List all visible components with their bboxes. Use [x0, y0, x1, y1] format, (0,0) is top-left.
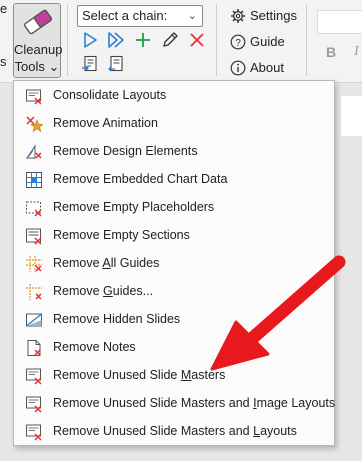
menu-item-consolidate-layouts[interactable]: Consolidate Layouts	[16, 82, 332, 109]
menu-item-label: Remove Empty Placeholders	[53, 200, 215, 214]
info-circle-icon	[230, 60, 246, 76]
add-icon[interactable]	[134, 31, 152, 49]
import-list-icon[interactable]	[81, 55, 99, 73]
remove-sections-icon	[26, 228, 42, 245]
play-icon[interactable]	[81, 31, 99, 49]
gear-icon	[231, 9, 245, 23]
cleanup-tools-button[interactable]: Cleanup Tools ⌄	[13, 3, 63, 78]
remove-design-elements-icon	[26, 144, 42, 159]
chevron-down-icon: ⌄	[48, 59, 60, 74]
menu-item-remove-design-elements[interactable]: Remove Design Elements	[16, 138, 332, 165]
about-label: About	[250, 60, 284, 75]
menu-item-label: Remove Guides...	[53, 284, 154, 298]
question-circle-icon: ?	[230, 34, 246, 50]
chevron-down-icon: ⌄	[187, 10, 197, 22]
menu-item-label: Remove Unused Slide Masters	[53, 368, 226, 382]
remove-placeholders-icon	[26, 201, 42, 217]
ribbon-separator	[306, 4, 307, 76]
remove-animation-icon	[26, 116, 43, 133]
remove-all-guides-icon	[26, 256, 42, 272]
menu-item-remove-notes[interactable]: Remove Notes	[16, 334, 332, 361]
menu-item-remove-masters-layouts[interactable]: Remove Unused Slide Masters and Layouts	[16, 418, 332, 445]
svg-text:?: ?	[235, 38, 241, 49]
play-next-icon[interactable]	[107, 31, 125, 49]
menu-item-label: Remove Empty Sections	[53, 228, 190, 242]
ribbon-edge-text-bottom: s	[0, 54, 7, 69]
cleanup-tools-label-line2: Tools ⌄	[14, 59, 60, 74]
edit-pencil-icon[interactable]	[161, 31, 179, 49]
menu-item-remove-empty-placeholders[interactable]: Remove Empty Placeholders	[16, 194, 332, 221]
menu-item-remove-animation[interactable]: Remove Animation	[16, 110, 332, 137]
remove-masters-layouts-icon	[26, 424, 42, 441]
menu-item-label: Remove All Guides	[53, 256, 160, 270]
workspace-edge-panel	[341, 96, 362, 136]
remove-unused-masters-icon	[26, 368, 42, 385]
bold-button[interactable]: B	[326, 44, 336, 60]
font-name-box[interactable]	[317, 10, 362, 34]
menu-item-label: Consolidate Layouts	[53, 88, 167, 102]
menu-item-label: Remove Embedded Chart Data	[53, 172, 228, 186]
ribbon: e s Cleanup Tools ⌄ Select a chain: ⌄ Se…	[0, 0, 362, 82]
remove-masters-image-layouts-icon	[26, 396, 42, 413]
italic-button[interactable]: I	[354, 44, 359, 60]
remove-hidden-slides-icon	[26, 313, 42, 327]
ribbon-separator	[216, 4, 217, 76]
menu-item-label: Remove Unused Slide Masters and Image La…	[53, 396, 336, 410]
menu-item-remove-unused-slide-masters[interactable]: Remove Unused Slide Masters	[16, 362, 332, 389]
cleanup-tools-label-line1: Cleanup	[14, 42, 63, 57]
consolidate-layouts-icon	[26, 89, 42, 105]
menu-item-remove-hidden-slides[interactable]: Remove Hidden Slides	[16, 306, 332, 333]
ribbon-edge-text-top: e	[0, 1, 8, 16]
menu-item-label: Remove Unused Slide Masters and Layouts	[53, 424, 297, 438]
remove-chart-data-icon	[26, 172, 42, 188]
export-list-icon[interactable]	[107, 55, 125, 73]
menu-item-label: Remove Design Elements	[53, 144, 198, 158]
menu-item-remove-embedded-chart-data[interactable]: Remove Embedded Chart Data	[16, 166, 332, 193]
remove-notes-icon	[27, 340, 41, 356]
remove-guides-icon	[26, 284, 42, 300]
guide-label: Guide	[250, 34, 285, 49]
menu-item-remove-guides[interactable]: Remove Guides...	[16, 278, 332, 305]
delete-x-icon[interactable]	[188, 31, 206, 49]
ribbon-separator	[67, 4, 68, 76]
menu-item-remove-masters-image-layouts[interactable]: Remove Unused Slide Masters and Image La…	[16, 390, 336, 417]
chain-select-value: Select a chain:	[82, 8, 168, 23]
menu-item-remove-empty-sections[interactable]: Remove Empty Sections	[16, 222, 332, 249]
menu-item-label: Remove Animation	[53, 116, 158, 130]
menu-item-remove-all-guides[interactable]: Remove All Guides	[16, 250, 332, 277]
chain-select[interactable]: Select a chain: ⌄	[77, 5, 203, 27]
settings-label: Settings	[250, 8, 297, 23]
menu-item-label: Remove Hidden Slides	[53, 312, 181, 326]
cleanup-tools-menu: Consolidate Layouts Remove Animation Rem…	[13, 80, 335, 446]
menu-item-label: Remove Notes	[53, 340, 136, 354]
eraser-icon	[23, 9, 53, 35]
